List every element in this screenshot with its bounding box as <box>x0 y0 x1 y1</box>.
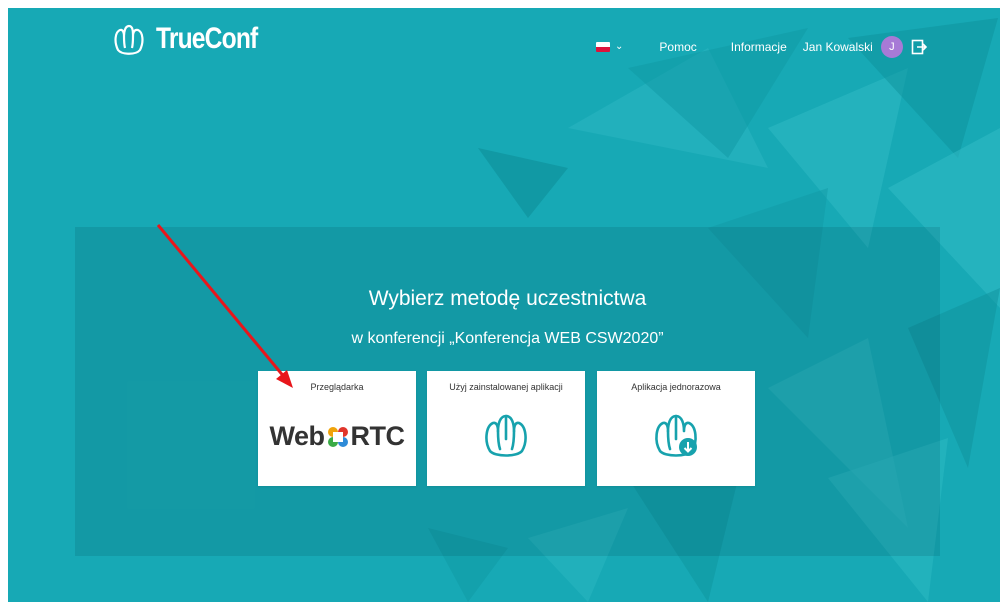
webrtc-logo: Web RTC <box>258 421 416 452</box>
browser-option-card[interactable]: Przeglądarka Web RTC <box>258 371 416 486</box>
trueconf-logo-icon <box>114 24 144 55</box>
flag-pl-icon <box>596 42 610 52</box>
page-frame: TrueConf ⌄ Pomoc Informacje Jan Kowalski… <box>8 8 1000 602</box>
option-label: Użyj zainstalowanej aplikacji <box>449 382 563 392</box>
webrtc-icon <box>327 426 348 447</box>
chevron-down-icon: ⌄ <box>615 41 624 52</box>
webrtc-logo-text-right: RTC <box>350 421 406 451</box>
option-label: Aplikacja jednorazowa <box>631 382 721 392</box>
top-bar: TrueConf ⌄ Pomoc Informacje Jan Kowalski… <box>8 8 1000 80</box>
participation-panel: Wybierz metodę uczestnictwa w konferencj… <box>75 227 940 556</box>
installed-app-option-card[interactable]: Użyj zainstalowanej aplikacji <box>427 371 585 486</box>
nav-help-link[interactable]: Pomoc <box>659 40 696 54</box>
logout-icon[interactable] <box>911 39 927 55</box>
page-title: Wybierz metodę uczestnictwa <box>368 287 647 310</box>
trueconf-app-icon <box>485 414 527 457</box>
main-nav: ⌄ Pomoc Informacje Jan Kowalski J <box>596 36 927 58</box>
conference-subtitle: w konferencji „Konferencja WEB CSW2020” <box>351 330 664 347</box>
webrtc-logo-text-left: Web <box>269 421 325 451</box>
trueconf-logo[interactable]: TrueConf <box>112 22 280 56</box>
option-label: Przeglądarka <box>310 382 364 392</box>
avatar[interactable]: J <box>880 36 903 58</box>
download-app-icon <box>655 414 697 457</box>
language-selector[interactable]: ⌄ <box>596 42 623 52</box>
brand-name: TrueConf <box>156 22 258 55</box>
user-name[interactable]: Jan Kowalski <box>803 40 873 54</box>
nav-info-link[interactable]: Informacje <box>731 40 787 54</box>
one-time-app-option-card[interactable]: Aplikacja jednorazowa <box>597 371 755 486</box>
